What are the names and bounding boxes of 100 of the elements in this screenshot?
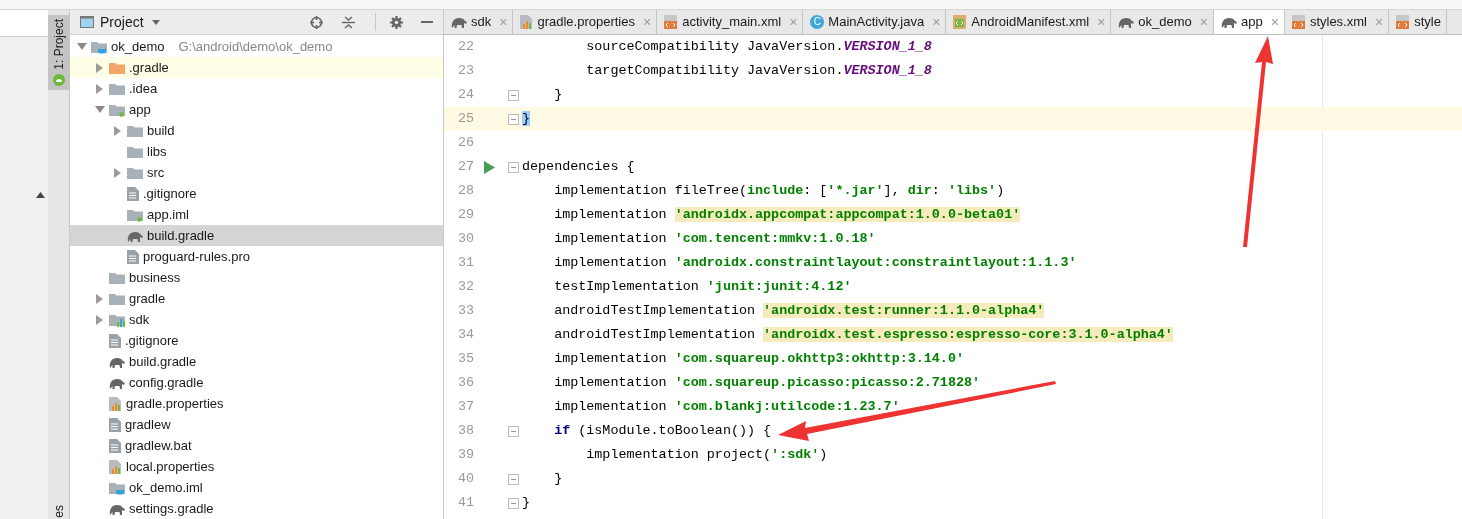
line-number: 41 [456,493,474,512]
collapsed-arrow-icon[interactable] [95,83,105,94]
tree-item[interactable]: gradle [70,288,443,309]
tree-item[interactable]: ok_demo.iml [70,477,443,498]
tree-item[interactable]: gradlew.bat [70,435,443,456]
editor-tab[interactable]: C MainActivity.java × [803,10,947,34]
code-line: implementation 'androidx.constraintlayout:constraintlayout:1.1.3' [553,253,1077,272]
collapse-all-icon[interactable] [342,15,355,29]
line-number: 38 [456,421,474,440]
tree-item[interactable]: config.gradle [70,372,443,393]
tool-window-tab[interactable]: 1: Project [47,15,70,90]
tree-item[interactable]: gradlew [70,414,443,435]
tree-item[interactable]: gradle.properties [70,393,443,414]
editor-tab[interactable]: AndroidManifest.xml × [946,10,1112,34]
tree-item[interactable]: app [70,99,443,120]
minimize-icon[interactable] [421,20,433,24]
tree-item[interactable]: ok_demo G:\android\demo\ok_demo [70,36,443,57]
code-line: androidTestImplementation 'androidx.test:runner:1.1.0-alpha4' [553,301,1045,320]
manifest-file-icon [953,15,968,29]
file-icon [127,186,139,201]
settings-icon[interactable] [390,15,403,29]
elephant-icon [127,229,143,242]
expanded-arrow-icon[interactable] [95,104,105,115]
collapsed-arrow-icon[interactable] [95,314,105,325]
tree-item[interactable]: .idea [70,78,443,99]
properties-file-icon [109,459,122,474]
editor-tab[interactable]: styles.xml × [1284,10,1390,34]
fold-marker-icon[interactable] [507,89,519,101]
collapsed-arrow-icon[interactable] [113,167,123,178]
editor-tab[interactable]: app × [1214,10,1285,34]
module-file-icon [127,207,143,222]
line-number: 36 [456,373,474,392]
line-number: 29 [456,205,474,224]
line-number: 28 [456,181,474,200]
project-path: G:\android\demo\ok_demo [178,37,333,56]
fold-marker-icon[interactable] [507,113,519,125]
class-icon: C [810,15,825,29]
tree-item[interactable]: app.iml [70,204,443,225]
fold-marker-icon[interactable] [507,425,519,437]
editor-tab[interactable]: gradle.properties × [513,10,658,34]
fold-marker-icon[interactable] [507,161,519,173]
tree-item[interactable]: build.gradle [70,225,443,246]
properties-file-icon [520,15,534,29]
fold-marker-icon[interactable] [507,473,519,485]
xml-file-icon [1291,15,1306,29]
folder-icon [109,271,125,284]
tree-item[interactable]: proguard-rules.pro [70,246,443,267]
code-line: implementation project(':sdk') [585,445,828,464]
tree-item[interactable]: .gradle [70,57,443,78]
tree-item[interactable]: sdk [70,309,443,330]
scroll-up-icon[interactable] [36,192,45,198]
code-line: if (isModule.toBoolean()) { [553,421,772,440]
line-number: 27 [456,157,474,176]
code-line: implementation fileTree(include: ['*.jar'], dir: 'libs') [553,181,1005,200]
folder-icon [127,124,143,137]
line-number: 35 [456,349,474,368]
run-icon[interactable] [483,160,495,174]
file-icon [109,438,121,453]
code-line: implementation 'com.tencent:mmkv:1.0.18' [553,229,876,248]
editor-tab[interactable]: activity_main.xml × [657,10,804,34]
elephant-icon [451,16,467,28]
expanded-arrow-icon[interactable] [77,41,87,52]
line-number: 33 [456,301,474,320]
editor-tab[interactable]: sdk × [444,10,514,34]
tree-item[interactable]: build.gradle [70,351,443,372]
tree-item[interactable]: libs [70,141,443,162]
code-line: sourceCompatibility JavaVersion.VERSION_1_8 [585,37,932,56]
line-number: 34 [456,325,474,344]
collapsed-arrow-icon[interactable] [95,293,105,304]
tree-item[interactable]: settings.gradle [70,498,443,519]
code-line: androidTestImplementation 'androidx.test.espresso:espresso-core:3.1.0-alpha4' [553,325,1173,344]
xml-file-icon [1396,15,1411,29]
tree-item[interactable]: .gitignore [70,330,443,351]
project-folder-icon [91,39,107,54]
tree-item[interactable]: local.properties [70,456,443,477]
editor-tab[interactable]: style [1389,10,1447,34]
line-number: 39 [456,445,474,464]
module-folder-icon [109,102,125,117]
file-icon [109,333,121,348]
elephant-icon [1221,16,1237,28]
file-icon [109,417,121,432]
tree-item[interactable]: .gitignore [70,183,443,204]
tree-item[interactable]: business [70,267,443,288]
folder-icon [109,61,125,74]
elephant-icon [109,376,125,389]
line-number: 22 [456,37,474,56]
folder-icon [109,82,125,95]
line-number: 40 [456,469,474,488]
tool-window-tab-label: es [51,505,66,518]
line-number: 23 [456,61,474,80]
locate-icon[interactable] [310,15,323,29]
line-number: 37 [456,397,474,416]
tree-item[interactable]: build [70,120,443,141]
fold-marker-icon[interactable] [507,497,519,509]
file-icon [127,249,139,264]
collapsed-arrow-icon[interactable] [95,62,105,73]
tree-item[interactable]: src [70,162,443,183]
line-number: 25 [456,109,474,128]
project-view-dropdown[interactable]: Project [100,11,160,33]
collapsed-arrow-icon[interactable] [113,125,123,136]
